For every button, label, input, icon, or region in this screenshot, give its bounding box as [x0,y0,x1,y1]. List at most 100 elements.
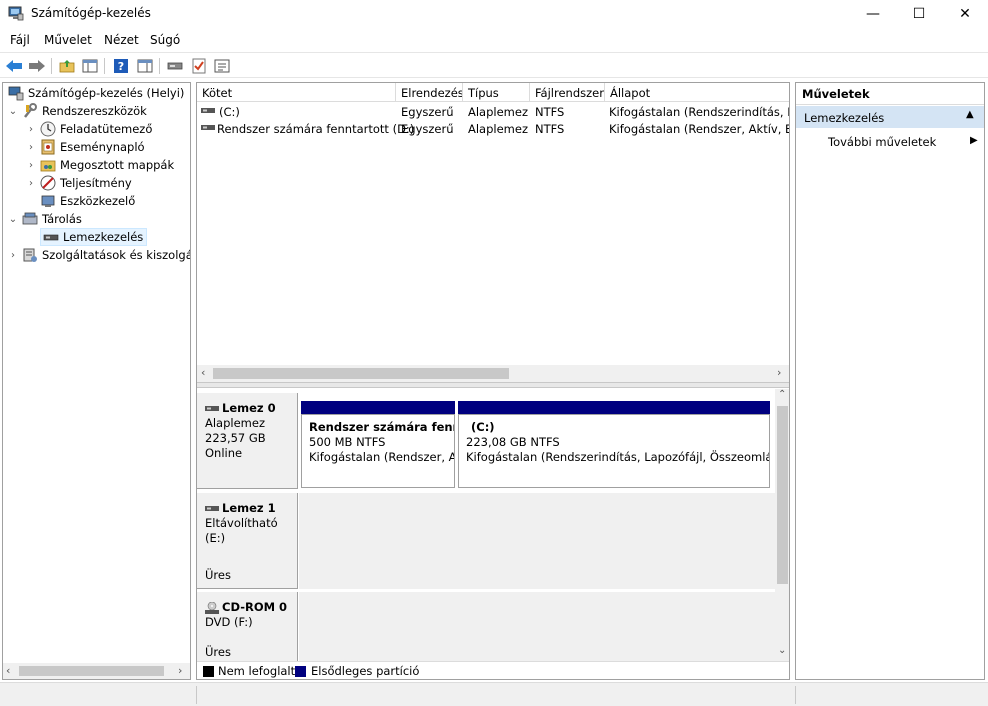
tree-item-services[interactable]: › Szolgáltatások és kiszolgáló [7,246,190,264]
up-folder-button[interactable] [57,56,77,75]
volume-list-horizontal-scrollbar[interactable]: ‹ › [197,365,789,382]
disk-row[interactable]: Lemez 0 Alaplemez 223,57 GB Online Rends… [197,393,775,489]
chevron-down-icon[interactable]: ⌄ [7,214,19,225]
disk-row[interactable]: Lemez 1 Eltávolítható (E:) Üres [197,493,775,589]
tree-item-system-tools[interactable]: ⌄ Rendszereszközök [7,102,147,120]
menu-file[interactable]: Fájl [10,33,30,47]
scroll-right-icon[interactable]: › [777,366,781,379]
chevron-right-icon[interactable]: › [7,250,19,261]
partition-size: 500 MB NTFS [309,435,386,449]
show-hide-tree-button[interactable] [80,56,100,75]
close-button[interactable]: ✕ [942,0,988,28]
tree-item-label: Tárolás [42,212,82,226]
column-header-filesystem[interactable]: Fájlrendszer [530,83,605,102]
scroll-right-icon[interactable]: › [178,664,182,677]
legend-label-primary: Elsődleges partíció [311,664,420,678]
scrollbar-thumb[interactable] [213,368,509,379]
menu-help[interactable]: Súgó [150,33,180,47]
disk-row[interactable]: CD-ROM 0 DVD (F:) Üres [197,592,775,662]
properties-icon [214,59,230,72]
column-label: Elrendezés [401,86,463,100]
tree-item-storage[interactable]: ⌄ Tárolás [7,210,82,228]
partition-system-reserved[interactable]: Rendszer számára fennta 500 MB NTFS Kifo… [301,414,455,488]
disk-view-vertical-scrollbar[interactable]: ⌃ ⌄ [775,389,789,661]
partition-c[interactable]: (C:) 223,08 GB NTFS Kifogástalan (Rendsz… [458,414,770,488]
minimize-icon: — [866,6,880,22]
tree-item-label: Rendszereszközök [42,104,147,118]
column-header-status[interactable]: Állapot [605,83,789,102]
tree-horizontal-scrollbar[interactable]: ‹ › [3,663,190,679]
tree-item-disk-management[interactable]: Lemezkezelés [40,228,148,246]
disk-status: Üres [205,645,231,659]
cell-status: Kifogástalan (Rendszerindítás, Lap [609,105,790,119]
device-manager-icon [41,195,55,207]
cd-rom-icon [205,601,219,614]
legend-swatch-primary [295,666,306,677]
disk-icon [43,234,59,241]
disk-info: Lemez 1 Eltávolítható (E:) Üres [197,493,298,589]
partition-name: Rendszer számára fennta [309,420,454,434]
scroll-down-icon[interactable]: ⌄ [778,645,786,656]
svg-text:?: ? [118,60,124,73]
close-icon: ✕ [959,6,971,22]
tree-item-event-viewer[interactable]: › Eseménynapló [25,138,145,156]
disk-icon [205,405,219,411]
back-button[interactable] [4,56,24,75]
column-header-layout[interactable]: Elrendezés [396,83,463,102]
minimize-button[interactable]: — [850,0,896,28]
chevron-right-icon[interactable]: › [25,142,37,153]
chevron-down-icon[interactable]: ⌄ [7,106,19,117]
disk-name: Lemez 1 [222,501,276,515]
actions-pane: Műveletek Lemezkezelés ▲ További művelet… [795,82,985,680]
connect-button[interactable] [165,56,185,75]
check-button[interactable] [189,56,209,75]
menu-view[interactable]: Nézet [104,33,139,47]
chevron-right-icon[interactable]: › [25,178,37,189]
column-label: Kötet [202,86,233,100]
table-row[interactable]: (C:) Egyszerű Alaplemez NTFS Kifogástala… [197,103,790,120]
disk-status: Üres [205,568,231,582]
scrollbar-thumb[interactable] [777,406,788,584]
action-pane-icon [137,59,153,72]
tree-item-root[interactable]: Számítógép-kezelés (Helyi) [5,84,184,102]
maximize-button[interactable]: ☐ [896,0,942,28]
pane-splitter[interactable] [197,382,789,388]
status-bar [0,682,988,706]
legend: Nem lefoglalt Elsődleges partíció [197,661,789,679]
partition-size: 223,08 GB NTFS [466,435,560,449]
column-header-volume[interactable]: Kötet [197,83,396,102]
scroll-left-icon[interactable]: ‹ [201,366,205,379]
forward-button[interactable] [27,56,47,75]
scroll-up-icon[interactable]: ⌃ [778,389,786,400]
legend-label-unallocated: Nem lefoglalt [218,664,296,678]
column-header-type[interactable]: Típus [463,83,530,102]
drive-icon [167,62,183,69]
toolbar-separator [51,58,52,74]
status-divider [795,686,796,704]
actions-section-disk-management[interactable]: Lemezkezelés ▲ [796,106,984,128]
show-hide-action-pane-button[interactable] [135,56,155,75]
scrollbar-thumb[interactable] [19,666,164,676]
toolbar: ? [0,52,988,78]
console-tree: Számítógép-kezelés (Helyi) ⌄ Rendszeresz… [2,82,191,680]
tree-item-device-manager[interactable]: Eszközkezelő [37,192,135,210]
folder-up-icon [59,59,75,72]
column-label: Típus [468,86,499,100]
menu-action[interactable]: Művelet [44,33,92,47]
collapse-up-icon[interactable]: ▲ [966,109,974,120]
cell-filesystem: NTFS [535,122,565,136]
table-row[interactable]: Rendszer számára fenntartott (D:) Egysze… [197,120,790,137]
tree-item-performance[interactable]: › Teljesítmény [25,174,132,192]
action-more-actions[interactable]: További műveletek ▶ [796,132,984,152]
tree-item-task-scheduler[interactable]: › Feladatütemező [25,120,152,138]
disk-type: Alaplemez [205,416,265,430]
properties-button[interactable] [212,56,232,75]
chevron-right-icon[interactable]: › [25,124,37,135]
chevron-right-icon[interactable]: › [25,160,37,171]
scroll-left-icon[interactable]: ‹ [6,664,10,677]
tree-item-shared-folders[interactable]: › Megosztott mappák [25,156,174,174]
cell-status: Kifogástalan (Rendszer, Aktív, Első [609,122,790,136]
disk-info: CD-ROM 0 DVD (F:) Üres [197,592,298,662]
disk-empty-area [299,493,775,589]
help-button[interactable]: ? [111,56,131,75]
